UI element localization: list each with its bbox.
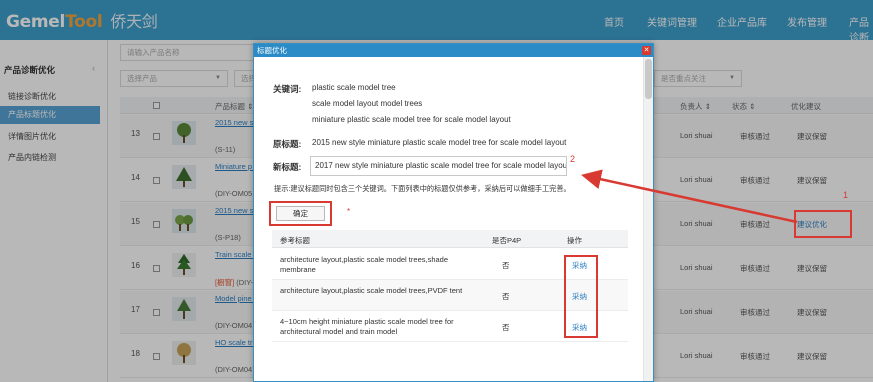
annotation-arrow	[581, 169, 798, 224]
